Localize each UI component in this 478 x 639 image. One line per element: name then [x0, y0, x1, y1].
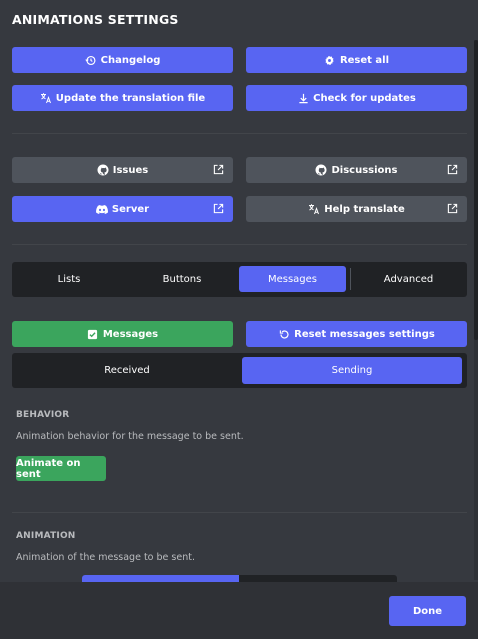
help-translate-label: Help translate: [324, 203, 405, 215]
behavior-description: Animation behavior for the message to be…: [16, 431, 244, 442]
modal-title: ANIMATIONS SETTINGS: [12, 12, 179, 27]
reset-messages-button[interactable]: Reset messages settings: [246, 321, 467, 347]
discussions-button[interactable]: Discussions: [246, 157, 467, 183]
divider: [12, 133, 467, 134]
animate-on-sent-label: Animate on sent: [16, 457, 81, 480]
update-translation-label: Update the translation file: [55, 92, 206, 104]
update-translation-button[interactable]: Update the translation file: [12, 85, 233, 111]
history-icon: [85, 54, 97, 66]
gear-icon: [324, 54, 336, 66]
divider: [12, 512, 467, 513]
changelog-button[interactable]: Changelog: [12, 47, 233, 73]
changelog-label: Changelog: [100, 54, 161, 66]
animation-description: Animation of the message to be sent.: [16, 552, 195, 563]
sub-tab-bar: Received Sending: [12, 353, 467, 388]
checkbox-checked-icon: [87, 328, 99, 340]
reset-icon: [278, 328, 290, 340]
messages-toggle-label: Messages: [102, 328, 159, 340]
tab-received[interactable]: Received: [16, 357, 238, 384]
translate-icon: [40, 92, 52, 104]
behavior-heading: BEHAVIOR: [16, 410, 70, 420]
github-icon: [315, 164, 327, 176]
external-link-icon: [447, 164, 458, 175]
tab-messages[interactable]: Messages: [239, 266, 346, 292]
help-translate-button[interactable]: Help translate: [246, 196, 467, 222]
done-button[interactable]: Done: [389, 596, 466, 626]
issues-label: Issues: [112, 164, 149, 176]
external-link-icon: [213, 164, 224, 175]
divider: [12, 244, 467, 245]
settings-modal: ANIMATIONS SETTINGS Changelog Reset all …: [0, 0, 478, 639]
discord-icon: [95, 203, 108, 215]
tab-lists[interactable]: Lists: [12, 266, 126, 292]
translate-icon: [308, 203, 320, 215]
tab-separator: [350, 268, 351, 290]
download-icon: [297, 92, 309, 104]
messages-toggle-button[interactable]: Messages: [12, 321, 233, 347]
external-link-icon: [213, 203, 224, 214]
reset-all-label: Reset all: [339, 54, 390, 66]
check-updates-button[interactable]: Check for updates: [246, 85, 467, 111]
discussions-label: Discussions: [331, 164, 398, 176]
github-icon: [97, 164, 109, 176]
tab-sending[interactable]: Sending: [242, 357, 462, 384]
animate-on-sent-button[interactable]: Animate on sent: [16, 456, 106, 481]
animation-heading: ANIMATION: [16, 531, 76, 541]
tab-buttons[interactable]: Buttons: [126, 266, 238, 292]
server-label: Server: [111, 203, 150, 215]
server-button[interactable]: Server: [12, 196, 233, 222]
main-tab-bar: Lists Buttons Messages Advanced: [12, 262, 467, 297]
reset-all-button[interactable]: Reset all: [246, 47, 467, 73]
check-updates-label: Check for updates: [313, 92, 416, 104]
issues-button[interactable]: Issues: [12, 157, 233, 183]
scrollbar-thumb[interactable]: [474, 40, 478, 340]
reset-messages-label: Reset messages settings: [294, 328, 435, 340]
external-link-icon: [447, 203, 458, 214]
tab-advanced[interactable]: Advanced: [352, 266, 465, 292]
